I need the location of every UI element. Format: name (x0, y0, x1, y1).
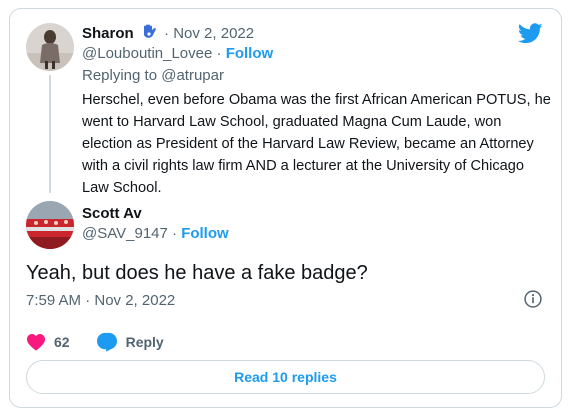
tweet-timestamp[interactable]: 7:59 AM · Nov 2, 2022 (26, 291, 175, 310)
author-name[interactable]: Sharon (82, 25, 134, 42)
parent-tweet-handle-row: @Louboutin_Lovee · Follow (82, 44, 273, 63)
follow-button[interactable]: Follow (181, 225, 229, 242)
replying-to: Replying to @atrupar (82, 66, 224, 85)
tweet-actions: 62 Reply (26, 331, 184, 353)
replying-prefix: Replying to (82, 67, 158, 84)
like-button[interactable]: 62 (26, 333, 70, 351)
avatar[interactable] (26, 23, 74, 71)
main-tweet-header: Scott Av (82, 204, 142, 223)
thread-line (49, 75, 51, 193)
tweet-card: Sharon · Nov 2, 2022 @Louboutin_Lovee · … (9, 8, 562, 408)
main-tweet-text: Yeah, but does he have a fake badge? (26, 262, 368, 284)
read-replies-button[interactable]: Read 10 replies (26, 360, 545, 394)
separator: · (172, 225, 178, 242)
author-name[interactable]: Scott Av (82, 205, 142, 222)
twitter-bird-icon[interactable] (518, 23, 543, 44)
author-handle[interactable]: @Louboutin_Lovee (82, 45, 212, 62)
reply-bubble-icon (96, 332, 117, 352)
reply-label: Reply (125, 334, 164, 350)
tweet-date[interactable]: Nov 2, 2022 (173, 25, 254, 42)
separator: · (164, 25, 170, 42)
like-count: 62 (54, 334, 70, 350)
avatar[interactable] (26, 201, 74, 249)
reply-button[interactable]: Reply (96, 332, 164, 352)
replying-handle-link[interactable]: @atrupar (161, 67, 224, 84)
follow-button[interactable]: Follow (226, 45, 274, 62)
main-tweet-handle-row: @SAV_9147 · Follow (82, 224, 229, 243)
parent-tweet-text: Herschel, even before Obama was the firs… (82, 92, 551, 196)
parent-tweet-header: Sharon · Nov 2, 2022 (82, 24, 254, 45)
info-icon[interactable] (523, 289, 543, 309)
hamsa-hand-icon (142, 24, 156, 45)
separator: · (216, 45, 222, 62)
author-handle[interactable]: @SAV_9147 (82, 225, 168, 242)
heart-icon (27, 333, 45, 351)
